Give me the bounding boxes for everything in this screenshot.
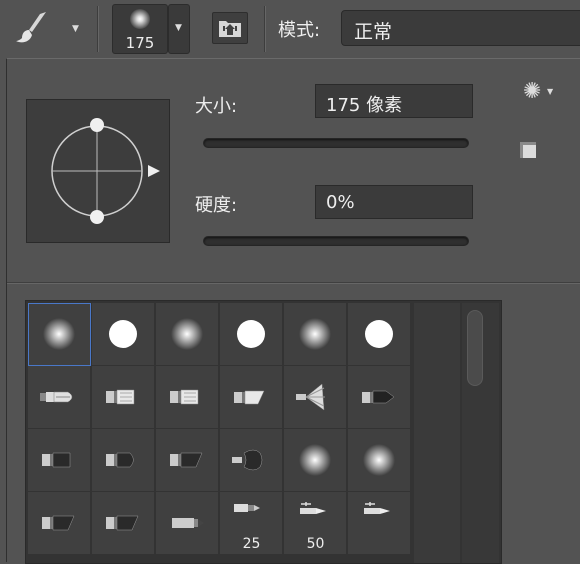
preset-tile[interactable] — [28, 492, 91, 555]
size-label: 大小: — [195, 96, 238, 117]
brush-preset-caret-button[interactable]: ▼ — [168, 4, 190, 54]
brush-round-dark-icon — [106, 452, 134, 468]
soft-icon — [363, 444, 395, 476]
brush-round-tip-icon — [40, 391, 73, 403]
preset-grid: 25 50 — [28, 303, 412, 555]
options-bar: ▼ 175 ▼ 模式: 正常 — [0, 0, 580, 58]
brush-angle-dark-icon — [106, 515, 139, 531]
brush-icon[interactable] — [14, 10, 52, 46]
mode-label: 模式: — [278, 20, 321, 41]
brush-sponge-icon — [232, 449, 263, 471]
divider — [7, 282, 580, 283]
brush-tip-angle-preview[interactable] — [26, 99, 170, 243]
preset-tile[interactable] — [220, 366, 283, 429]
size-slider-track[interactable] — [203, 138, 469, 148]
hard-icon — [237, 320, 265, 348]
brush-flat-icon — [170, 389, 199, 405]
brush-flat-icon — [106, 389, 135, 405]
preset-tile[interactable]: 25 — [220, 492, 283, 555]
preset-tile[interactable] — [348, 429, 411, 492]
divider — [264, 6, 265, 52]
scrollbar-thumb[interactable] — [467, 310, 483, 386]
gear-icon[interactable]: ✺ ▼ — [523, 79, 555, 105]
soft-icon — [43, 318, 75, 350]
preset-size-label: 25 — [242, 536, 261, 552]
preset-tile[interactable] — [92, 303, 155, 366]
brush-pencil-icon — [172, 518, 204, 528]
brush-panel-toggle-button[interactable] — [212, 12, 248, 44]
preset-tile[interactable] — [92, 366, 155, 429]
preset-tile[interactable] — [284, 429, 347, 492]
preset-list: 25 50 — [25, 300, 502, 564]
brush-size-readout: 175 — [125, 34, 155, 52]
soft-icon — [299, 444, 331, 476]
preset-size-label: 50 — [306, 536, 325, 552]
preset-tile[interactable] — [348, 303, 411, 366]
preset-tile[interactable] — [220, 429, 283, 492]
brush-fan-icon — [296, 383, 325, 411]
hardness-slider-track[interactable] — [203, 236, 469, 246]
preset-tile[interactable] — [28, 303, 91, 366]
brush-angle-icon — [234, 390, 265, 405]
preset-tile[interactable]: 50 — [284, 492, 347, 555]
brush-flat-dark-icon — [42, 452, 71, 468]
folder-brush-icon — [219, 21, 241, 37]
preset-tile[interactable] — [92, 492, 155, 555]
preset-tile[interactable] — [284, 366, 347, 429]
preset-tile[interactable] — [348, 492, 411, 555]
preset-tile[interactable] — [28, 429, 91, 492]
preset-tile[interactable] — [284, 303, 347, 366]
preset-tile[interactable] — [156, 303, 219, 366]
preset-tile[interactable] — [220, 303, 283, 366]
preset-grid-empty-column — [414, 303, 460, 563]
preset-tile[interactable] — [156, 366, 219, 429]
divider — [97, 6, 98, 52]
tool-preset-caret-icon[interactable]: ▼ — [72, 24, 79, 34]
size-input[interactable]: 175 像素 — [315, 84, 473, 118]
blend-mode-select[interactable]: 正常 — [341, 10, 580, 46]
hard-icon — [109, 320, 137, 348]
preset-tile[interactable] — [28, 366, 91, 429]
brush-angle-dark-icon — [42, 515, 75, 531]
brush-angle-dark-icon — [170, 452, 203, 468]
brush-tip-preview-icon — [130, 9, 150, 29]
hardness-input[interactable]: 0% — [315, 185, 473, 219]
brush-pen-icon — [364, 502, 390, 514]
brush-preset-panel: 大小: 175 像素 硬度: 0% ✺ ▼ 25 50 — [6, 58, 580, 564]
preset-tile[interactable] — [92, 429, 155, 492]
preset-tile[interactable] — [348, 366, 411, 429]
preset-tile[interactable] — [156, 492, 219, 555]
brush-preset-picker[interactable]: 175 — [112, 4, 168, 54]
chevron-down-icon: ▼ — [175, 23, 182, 33]
brush-point-icon — [362, 390, 395, 404]
hard-icon — [365, 320, 393, 348]
soft-icon — [171, 318, 203, 350]
hardness-label: 硬度: — [195, 195, 238, 216]
preset-tile[interactable] — [156, 429, 219, 492]
new-preset-icon[interactable] — [517, 139, 539, 161]
soft-icon — [299, 318, 331, 350]
